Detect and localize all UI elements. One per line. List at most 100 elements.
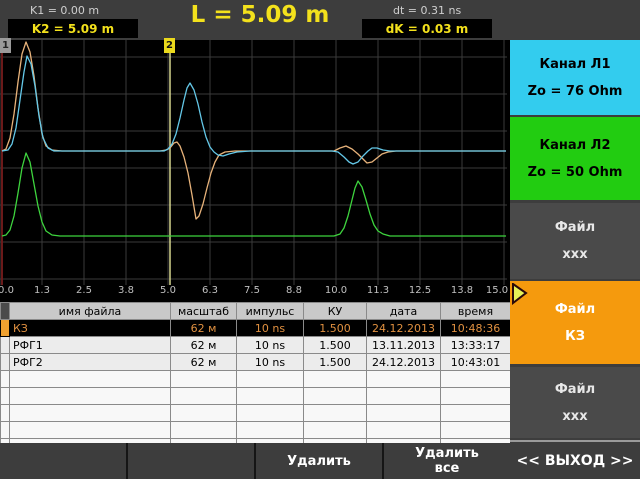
file-slot-2-button[interactable]: Файл КЗ bbox=[510, 281, 640, 364]
table-header-marker-cell bbox=[1, 303, 10, 320]
table-cell: 13.11.2013 bbox=[367, 337, 441, 354]
table-empty-cell bbox=[171, 422, 237, 439]
file-slot-3-name: xxx bbox=[562, 409, 587, 424]
table-header-cell: КУ bbox=[304, 303, 367, 320]
table-empty-cell bbox=[304, 422, 367, 439]
table-empty-cell bbox=[237, 371, 304, 388]
x-axis-tick-label: 0.0 bbox=[0, 285, 14, 296]
table-cell: 62 м bbox=[171, 354, 237, 371]
table-header-cell: дата bbox=[367, 303, 441, 320]
table-empty-cell bbox=[1, 388, 10, 405]
table-empty-cell bbox=[441, 405, 511, 422]
channel-1-button[interactable]: Канал Л1 Zo = 76 Ohm bbox=[510, 40, 640, 115]
table-empty-row[interactable] bbox=[1, 405, 511, 422]
bottom-button-bar: Удалить Удалить все bbox=[0, 443, 510, 479]
table-empty-cell bbox=[10, 422, 171, 439]
table-empty-cell bbox=[171, 405, 237, 422]
length-readout: L = 5.09 m bbox=[175, 2, 345, 28]
channel-L1-trace-cyan bbox=[2, 56, 506, 164]
table-cell: 62 м bbox=[171, 320, 237, 337]
x-axis-tick-label: 15.0 bbox=[486, 285, 508, 296]
file-slot-2-title: Файл bbox=[555, 302, 595, 317]
x-axis-tick-label: 5.0 bbox=[160, 285, 176, 296]
table-header-cell: импульс bbox=[237, 303, 304, 320]
table-cell: 1.500 bbox=[304, 337, 367, 354]
x-axis-tick-label: 6.3 bbox=[202, 285, 218, 296]
table-empty-cell bbox=[171, 371, 237, 388]
delta-k-readout-box: dK = 0.03 m bbox=[362, 19, 492, 38]
table-header-cell: время bbox=[441, 303, 511, 320]
table-header-cell: имя файла bbox=[10, 303, 171, 320]
x-axis-tick-label: 2.5 bbox=[76, 285, 92, 296]
cursor2-marker[interactable]: 2 bbox=[164, 38, 175, 53]
table-cell: 10 ns bbox=[237, 337, 304, 354]
table-empty-row[interactable] bbox=[1, 388, 511, 405]
x-axis-tick-label: 11.3 bbox=[367, 285, 389, 296]
table-cell: 24.12.2013 bbox=[367, 320, 441, 337]
channel-2-title: Канал Л2 bbox=[539, 138, 610, 153]
table-empty-cell bbox=[441, 388, 511, 405]
channel-2-button[interactable]: Канал Л2 Zo = 50 Ohm bbox=[510, 117, 640, 200]
channel-1-title: Канал Л1 bbox=[539, 57, 610, 72]
file-slot-2-name: КЗ bbox=[565, 329, 585, 344]
table-cell: 10:43:01 bbox=[441, 354, 511, 371]
table-cell: 24.12.2013 bbox=[367, 354, 441, 371]
delete-all-label-line1: Удалить bbox=[415, 446, 479, 461]
x-axis-tick-label: 8.8 bbox=[286, 285, 302, 296]
waveform-svg: 0.01.32.53.85.06.37.58.810.011.312.513.8… bbox=[0, 40, 510, 302]
delta-time-readout: dt = 0.31 ns bbox=[393, 4, 461, 17]
table-cell: РФГ1 bbox=[10, 337, 171, 354]
channel-1-impedance: Zo = 76 Ohm bbox=[528, 84, 623, 99]
cursor2-readout-box: K2 = 5.09 m bbox=[8, 19, 138, 38]
row-marker-cell bbox=[1, 354, 10, 371]
table-cell: 10:48:36 bbox=[441, 320, 511, 337]
channel-L2-trace-green bbox=[2, 153, 506, 236]
table-empty-cell bbox=[10, 388, 171, 405]
table-cell: 10 ns bbox=[237, 354, 304, 371]
table-empty-cell bbox=[1, 422, 10, 439]
file-table: имя файламасштабимпульсКУдатавремяКЗ62 м… bbox=[0, 302, 510, 443]
file-slot-3-button[interactable]: Файл xxx bbox=[510, 367, 640, 438]
table-header-cell: масштаб bbox=[171, 303, 237, 320]
table-empty-cell bbox=[10, 405, 171, 422]
table-empty-cell bbox=[367, 388, 441, 405]
channel-2-impedance: Zo = 50 Ohm bbox=[528, 165, 623, 180]
table-empty-row[interactable] bbox=[1, 422, 511, 439]
file-slot-1-title: Файл bbox=[555, 220, 595, 235]
exit-button[interactable]: << ВЫХОД >> bbox=[510, 442, 640, 479]
x-axis-tick-label: 1.3 bbox=[34, 285, 50, 296]
table-cell: 62 м bbox=[171, 337, 237, 354]
cursor2-readout: K2 = 5.09 m bbox=[32, 22, 114, 36]
x-axis-tick-label: 7.5 bbox=[244, 285, 260, 296]
table-empty-cell bbox=[304, 405, 367, 422]
selected-row-marker bbox=[1, 320, 10, 337]
table-row[interactable]: КЗ62 м10 ns1.50024.12.201310:48:36 bbox=[1, 320, 511, 337]
file-slot-1-button[interactable]: Файл xxx bbox=[510, 203, 640, 279]
softkey-blank-1[interactable] bbox=[0, 443, 128, 479]
exit-button-label: << ВЫХОД >> bbox=[516, 453, 633, 469]
table-cell: 13:33:17 bbox=[441, 337, 511, 354]
delta-k-readout: dK = 0.03 m bbox=[386, 22, 469, 36]
table-row[interactable]: РФГ162 м10 ns1.50013.11.201313:33:17 bbox=[1, 337, 511, 354]
table-empty-row[interactable] bbox=[1, 371, 511, 388]
sidebar: Канал Л1 Zo = 76 Ohm Канал Л2 Zo = 50 Oh… bbox=[510, 0, 640, 479]
row-marker-cell bbox=[1, 337, 10, 354]
delete-button[interactable]: Удалить bbox=[256, 443, 384, 479]
delete-all-button[interactable]: Удалить все bbox=[384, 443, 510, 479]
softkey-blank-2[interactable] bbox=[128, 443, 256, 479]
table-empty-cell bbox=[441, 371, 511, 388]
cursor1-marker[interactable]: 1 bbox=[0, 38, 11, 53]
table-empty-cell bbox=[367, 405, 441, 422]
table-empty-cell bbox=[304, 388, 367, 405]
table-empty-cell bbox=[304, 371, 367, 388]
table-empty-cell bbox=[367, 422, 441, 439]
table-row[interactable]: РФГ262 м10 ns1.50024.12.201310:43:01 bbox=[1, 354, 511, 371]
table-empty-cell bbox=[441, 422, 511, 439]
table-empty-cell bbox=[10, 371, 171, 388]
table-cell: КЗ bbox=[10, 320, 171, 337]
table-empty-cell bbox=[237, 388, 304, 405]
table-empty-cell bbox=[237, 405, 304, 422]
x-axis-tick-label: 12.5 bbox=[409, 285, 431, 296]
waveform-chart[interactable]: 0.01.32.53.85.06.37.58.810.011.312.513.8… bbox=[0, 40, 510, 302]
x-axis-tick-label: 10.0 bbox=[325, 285, 347, 296]
